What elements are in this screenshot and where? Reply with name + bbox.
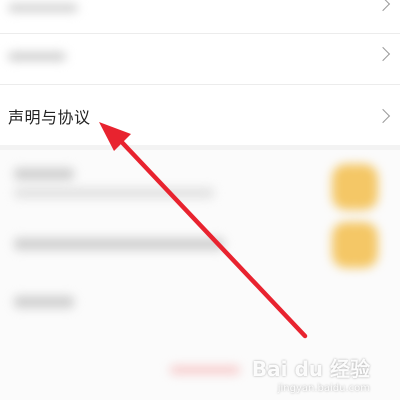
blurred-item-second[interactable] [0,34,400,84]
settings-item-label: 声明与协议 [8,108,91,127]
watermark-brand: Bai du 经验 [251,357,370,381]
blurred-button[interactable] [160,358,250,382]
blurred-item-c [0,280,400,330]
blurred-item-top [0,0,400,20]
blurred-avatar [332,164,378,210]
watermark-url: jingyan.baidu.com [277,383,370,394]
blurred-avatar [332,222,378,268]
top-settings-group [0,0,400,84]
